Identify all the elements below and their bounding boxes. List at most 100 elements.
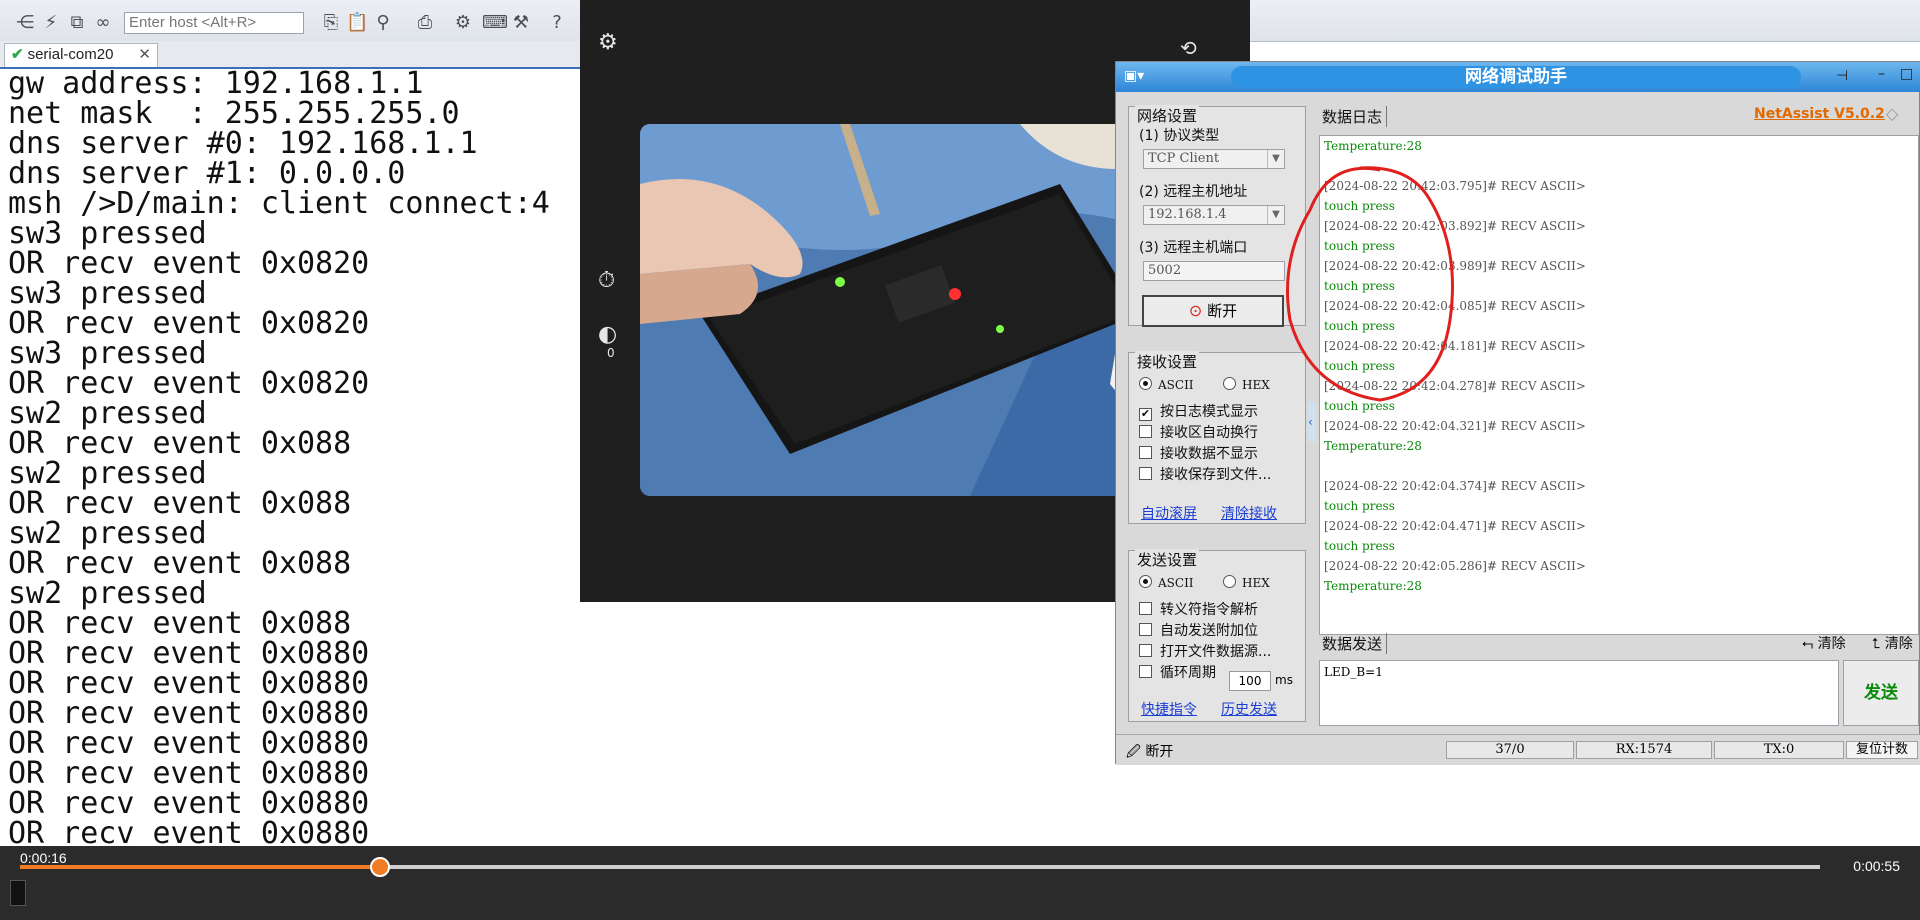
clear-send-button-2[interactable]: ⮤ 清除 <box>1872 633 1913 653</box>
history-link[interactable]: 历史发送 <box>1221 699 1277 719</box>
link-icon[interactable]: ∞ <box>92 12 114 34</box>
exposure-icon[interactable]: ◐ <box>598 322 617 347</box>
send-textarea[interactable]: LED_B=1 <box>1319 660 1839 726</box>
settings-icon[interactable]: ⚙ <box>598 30 618 55</box>
terminal-line: net mask : 255.255.255.0 <box>8 96 460 131</box>
exposure-value: 0 <box>607 346 615 360</box>
paste-icon[interactable]: 📋 <box>346 12 368 34</box>
terminal-line: OR recv event 0x0880 <box>8 816 370 849</box>
terminal-line: sw2 pressed <box>8 456 207 491</box>
terminal-line: OR recv event 0x0880 <box>8 696 370 731</box>
terminal-line: OR recv event 0x088 <box>8 546 352 581</box>
reset-count-button[interactable]: 复位计数 <box>1846 741 1918 759</box>
recv-option-checkbox[interactable]: ✔ 按日志模式显示 <box>1139 401 1258 421</box>
tab-data-send[interactable]: 数据发送 <box>1322 633 1388 654</box>
send-ascii-radio[interactable]: ASCII <box>1139 575 1194 591</box>
terminal-line: OR recv event 0x0820 <box>8 366 370 401</box>
shortcut-link[interactable]: 快捷指令 <box>1141 699 1197 719</box>
log-line: [2024-08-22 20:42:04.374]# RECV ASCII> <box>1324 479 1586 493</box>
recv-option-checkbox[interactable]: 接收保存到文件... <box>1139 464 1271 484</box>
host-input[interactable]: Enter host <Alt+R> <box>124 12 304 34</box>
recv-hex-radio[interactable]: HEX <box>1223 377 1270 393</box>
log-line: touch press <box>1324 499 1395 513</box>
gear-icon[interactable]: ⚙ <box>452 12 474 34</box>
tool-icon[interactable]: ⚒ <box>510 12 532 34</box>
record-icon: ⊙ <box>1188 301 1203 320</box>
brand-link[interactable]: NetAssist V5.0.2 <box>1754 106 1885 122</box>
terminal-line: sw2 pressed <box>8 576 207 611</box>
terminal-line: dns server #1: 0.0.0.0 <box>8 156 406 191</box>
host-label: (2) 远程主机地址 <box>1139 184 1248 200</box>
send-settings-title: 发送设置 <box>1135 549 1200 570</box>
recv-ascii-radio[interactable]: ASCII <box>1139 377 1194 393</box>
tree-icon[interactable]: ⋲ <box>14 12 36 34</box>
send-option-checkbox[interactable]: 转义符指令解析 <box>1139 599 1258 619</box>
recv-option-checkbox[interactable]: 接收区自动换行 <box>1139 422 1258 442</box>
window-icon[interactable]: ⧉ <box>66 12 88 34</box>
terminal-line: sw2 pressed <box>8 516 207 551</box>
close-icon[interactable]: ✕ <box>138 44 151 66</box>
progress-track[interactable] <box>20 857 1820 877</box>
annotation-circle <box>1286 166 1454 402</box>
lightning-icon[interactable]: ⚡ <box>40 12 62 34</box>
print-icon[interactable]: ⎙ <box>414 12 436 34</box>
send-button[interactable]: 发送 <box>1843 660 1919 726</box>
host-select[interactable]: 192.168.1.4 ▼ <box>1143 205 1285 225</box>
connection-state: 🖉 断开 <box>1126 744 1174 760</box>
clear-send-button-1[interactable]: ⮢ 清除 <box>1802 633 1846 653</box>
log-line: [2024-08-22 20:42:05.286]# RECV ASCII> <box>1324 559 1586 573</box>
pin-icon[interactable]: ⊣ <box>1836 68 1848 84</box>
clear-arrow-icon: ⮤ <box>1872 636 1881 652</box>
help-icon[interactable]: ? <box>546 12 568 34</box>
auto-scroll-link[interactable]: 自动滚屏 <box>1141 503 1197 523</box>
protocol-label: (1) 协议类型 <box>1139 128 1220 144</box>
status-bar: 🖉 断开 37/0 RX:1574 TX:0 复位计数 <box>1116 734 1920 765</box>
maximize-icon[interactable]: □ <box>1900 66 1913 82</box>
terminal-line: OR recv event 0x0880 <box>8 636 370 671</box>
progress-fill <box>20 865 380 869</box>
terminal-line: sw3 pressed <box>8 336 207 371</box>
tab-data-log[interactable]: 数据日志 <box>1322 106 1388 127</box>
minimize-icon[interactable]: – <box>1878 66 1885 82</box>
receive-settings-title: 接收设置 <box>1135 351 1200 372</box>
tx-cell: TX:0 <box>1714 741 1844 759</box>
cursor-block <box>10 880 26 906</box>
send-settings-group: 发送设置 ASCII HEX 转义符指令解析 自动发送附加位 打开文件数据源... 循… <box>1128 549 1306 722</box>
port-label: (3) 远程主机端口 <box>1139 240 1248 256</box>
tab-serial-com20[interactable]: ✔ serial-com20 ✕ <box>4 43 158 67</box>
period-unit: ms <box>1275 673 1293 687</box>
terminal-line: sw3 pressed <box>8 276 207 311</box>
copy-icon[interactable]: ⎘ <box>320 12 342 34</box>
terminal-line: OR recv event 0x0820 <box>8 306 370 341</box>
timer-icon[interactable]: ⏱ <box>598 268 615 293</box>
switch-camera-icon[interactable]: ⟲ <box>1180 36 1197 60</box>
log-line: Temperature:28 <box>1324 579 1422 593</box>
keyboard-icon[interactable]: ⌨ <box>482 12 508 34</box>
terminal-output[interactable]: gw address: 192.168.1.1 net mask : 255.25… <box>0 69 580 849</box>
terminal-line: OR recv event 0x088 <box>8 606 352 641</box>
clear-receive-link[interactable]: 清除接收 <box>1221 503 1277 523</box>
binoculars-icon[interactable]: ⚲ <box>372 12 394 34</box>
terminal-line: gw address: 192.168.1.1 <box>8 69 424 101</box>
clear-arrow-icon: ⮢ <box>1802 636 1814 652</box>
network-settings-title: 网络设置 <box>1135 105 1200 126</box>
send-option-checkbox[interactable]: 自动发送附加位 <box>1139 620 1258 640</box>
send-option-checkbox[interactable]: 循环周期 <box>1139 662 1216 682</box>
disconnect-button[interactable]: ⊙ 断开 <box>1142 295 1284 327</box>
period-input[interactable]: 100 <box>1229 671 1271 691</box>
terminal-line: OR recv event 0x0880 <box>8 726 370 761</box>
log-line: Temperature:28 <box>1324 439 1422 453</box>
send-hex-radio[interactable]: HEX <box>1223 575 1270 591</box>
app-menu-icon[interactable]: ▣▾ <box>1124 68 1144 84</box>
recv-option-checkbox[interactable]: 接收数据不显示 <box>1139 443 1258 463</box>
window-title: 网络调试助手 <box>1231 66 1801 88</box>
progress-knob[interactable] <box>370 857 390 877</box>
terminal-line: OR recv event 0x0820 <box>8 246 370 281</box>
protocol-select[interactable]: TCP Client ▼ <box>1143 149 1285 169</box>
current-time: 0:00:16 <box>20 850 67 866</box>
port-input[interactable]: 5002 <box>1143 261 1285 281</box>
tab-bar: ✔ serial-com20 ✕ <box>0 41 580 69</box>
terminal-line: OR recv event 0x088 <box>8 426 352 461</box>
diamond-icon[interactable]: ◇ <box>1886 104 1898 123</box>
send-option-checkbox[interactable]: 打开文件数据源... <box>1139 641 1271 661</box>
